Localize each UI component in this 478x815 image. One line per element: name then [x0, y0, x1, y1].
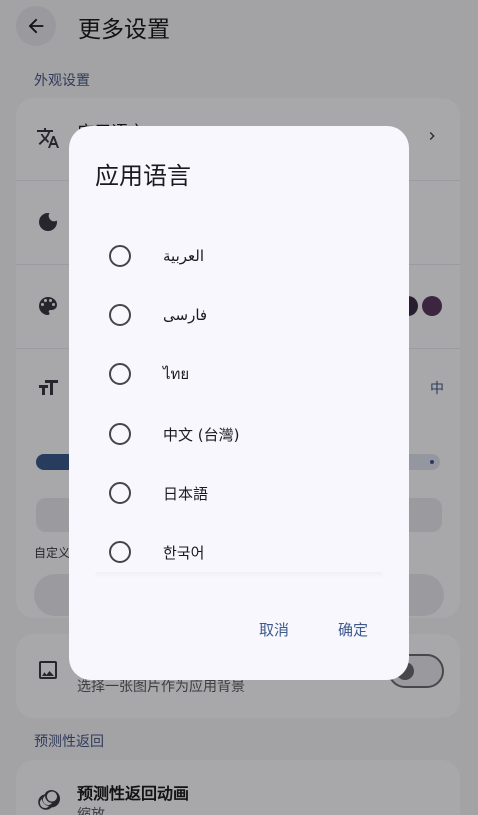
radio-unselected[interactable]	[109, 423, 131, 445]
option-label: فارسی	[163, 306, 208, 324]
list-scroll-edge	[95, 572, 383, 578]
language-option[interactable]: العربية	[95, 228, 383, 284]
language-dialog: 应用语言 العربية فارسی ไทย 中文 (台灣) 日本語 한국어 取…	[69, 126, 409, 680]
option-label: 한국어	[163, 543, 205, 562]
radio-unselected[interactable]	[109, 245, 131, 267]
radio-unselected[interactable]	[109, 482, 131, 504]
language-option[interactable]: ไทย	[95, 346, 383, 402]
dialog-title: 应用语言	[95, 162, 191, 190]
option-label: 中文 (台灣)	[163, 425, 240, 444]
radio-unselected[interactable]	[109, 363, 131, 385]
language-option[interactable]: 日本語	[95, 465, 383, 521]
cancel-button[interactable]: 取消	[259, 618, 289, 642]
radio-unselected[interactable]	[109, 304, 131, 326]
language-option[interactable]: فارسی	[95, 287, 383, 343]
option-label: العربية	[163, 247, 204, 265]
radio-unselected[interactable]	[109, 541, 131, 563]
option-label: 日本語	[163, 484, 209, 503]
option-label: ไทย	[163, 365, 190, 383]
confirm-button[interactable]: 确定	[338, 618, 368, 642]
language-option[interactable]: 中文 (台灣)	[95, 406, 383, 462]
